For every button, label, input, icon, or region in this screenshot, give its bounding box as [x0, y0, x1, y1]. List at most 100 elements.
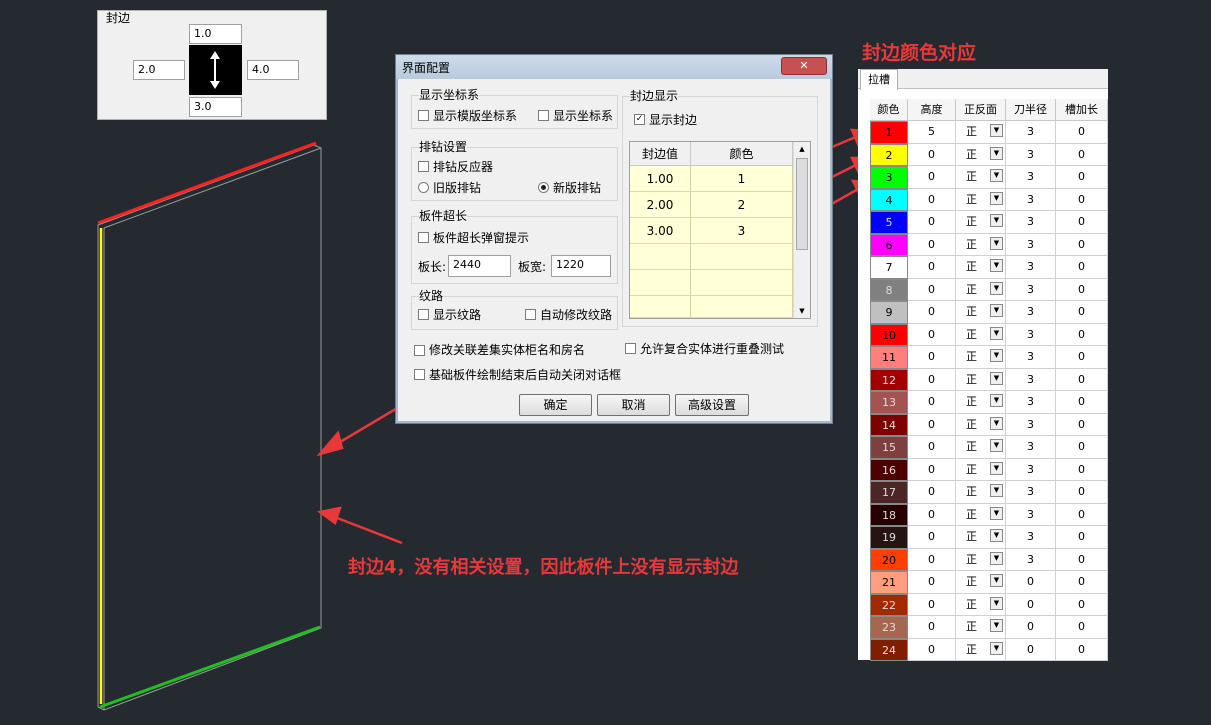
color-swatch-cell[interactable]: 2 — [870, 143, 908, 166]
table-row[interactable]: 6 0 正 ▼ 3 0 — [870, 233, 1108, 256]
radius-cell[interactable]: 3 — [1006, 188, 1056, 211]
height-cell[interactable]: 0 — [908, 503, 956, 526]
table-row[interactable]: 22 0 正 ▼ 0 0 — [870, 593, 1108, 616]
edge-left-field[interactable]: 2.0 — [133, 60, 185, 80]
face-cell[interactable]: 正 ▼ — [956, 481, 1006, 504]
radius-cell[interactable]: 3 — [1006, 413, 1056, 436]
edge-color-table[interactable]: 封边值 颜色 1.00 1 2.00 2 3.00 3 ▲ ▼ — [629, 141, 811, 319]
radius-cell[interactable]: 3 — [1006, 368, 1056, 391]
extend-cell[interactable]: 0 — [1056, 188, 1108, 211]
radius-cell[interactable]: 3 — [1006, 211, 1056, 234]
chevron-down-icon[interactable]: ▼ — [990, 619, 1003, 632]
extend-cell[interactable]: 0 — [1056, 526, 1108, 549]
color-swatch-cell[interactable]: 10 — [870, 323, 908, 346]
edge-value-cell[interactable]: 2.00 — [630, 192, 691, 218]
radius-cell[interactable]: 3 — [1006, 548, 1056, 571]
edge-color-cell-empty[interactable] — [691, 270, 793, 296]
chevron-down-icon[interactable]: ▼ — [990, 259, 1003, 272]
chevron-down-icon[interactable]: ▼ — [990, 304, 1003, 317]
height-cell[interactable]: 0 — [908, 458, 956, 481]
board-width-input[interactable]: 1220 — [551, 255, 611, 277]
table-row[interactable]: 11 0 正 ▼ 3 0 — [870, 346, 1108, 369]
height-cell[interactable]: 0 — [908, 301, 956, 324]
color-swatch-cell[interactable]: 9 — [870, 301, 908, 324]
height-cell[interactable]: 0 — [908, 616, 956, 639]
chevron-down-icon[interactable]: ▼ — [990, 326, 1003, 340]
radius-cell[interactable]: 3 — [1006, 481, 1056, 504]
chevron-down-icon[interactable]: ▼ — [990, 169, 1003, 182]
height-cell[interactable]: 0 — [908, 571, 956, 594]
chevron-down-icon[interactable]: ▼ — [990, 214, 1003, 227]
show-template-coord-checkbox[interactable] — [418, 110, 429, 121]
extend-cell[interactable]: 0 — [1056, 143, 1108, 166]
color-swatch-cell[interactable]: 7 — [870, 256, 908, 279]
face-cell[interactable]: 正 ▼ — [956, 458, 1006, 481]
color-swatch-cell[interactable]: 20 — [870, 548, 908, 571]
color-swatch-cell[interactable]: 11 — [870, 346, 908, 369]
chevron-down-icon[interactable]: ▼ — [990, 124, 1003, 137]
height-cell[interactable]: 0 — [908, 143, 956, 166]
face-cell[interactable]: 正 ▼ — [956, 301, 1006, 324]
table-row[interactable]: 24 0 正 ▼ 0 0 — [870, 638, 1108, 661]
new-drill-radio[interactable] — [538, 182, 549, 193]
radius-cell[interactable]: 3 — [1006, 323, 1056, 346]
height-cell[interactable]: 0 — [908, 323, 956, 346]
show-grain-checkbox[interactable] — [418, 309, 429, 320]
color-swatch-cell[interactable]: 24 — [870, 638, 908, 661]
autoclose-checkbox[interactable] — [414, 369, 425, 380]
table-row[interactable]: 14 0 正 ▼ 3 0 — [870, 413, 1108, 436]
extend-cell[interactable]: 0 — [1056, 481, 1108, 504]
radius-cell[interactable]: 0 — [1006, 593, 1056, 616]
table-row[interactable]: 1 5 正 ▼ 3 0 — [870, 121, 1108, 144]
face-cell[interactable]: 正 ▼ — [956, 503, 1006, 526]
chevron-down-icon[interactable]: ▼ — [990, 439, 1003, 452]
edge-value-cell-empty[interactable] — [630, 244, 691, 270]
show-coord-checkbox[interactable] — [538, 110, 549, 121]
drill-reactor-checkbox[interactable] — [418, 161, 429, 172]
table-row[interactable]: 13 0 正 ▼ 3 0 — [870, 391, 1108, 414]
edge-value-cell[interactable]: 1.00 — [630, 166, 691, 192]
color-swatch-cell[interactable]: 14 — [870, 413, 908, 436]
overlen-popup-checkbox[interactable] — [418, 232, 429, 243]
chevron-down-icon[interactable]: ▼ — [990, 416, 1003, 430]
color-swatch-cell[interactable]: 13 — [870, 391, 908, 414]
face-cell[interactable]: 正 ▼ — [956, 571, 1006, 594]
table-row[interactable]: 23 0 正 ▼ 0 0 — [870, 616, 1108, 639]
extend-cell[interactable]: 0 — [1056, 458, 1108, 481]
extend-cell[interactable]: 0 — [1056, 638, 1108, 661]
edge-right-field[interactable]: 4.0 — [247, 60, 299, 80]
table-row[interactable]: 16 0 正 ▼ 3 0 — [870, 458, 1108, 481]
face-cell[interactable]: 正 ▼ — [956, 323, 1006, 346]
face-cell[interactable]: 正 ▼ — [956, 616, 1006, 639]
chevron-down-icon[interactable]: ▼ — [990, 574, 1003, 587]
height-cell[interactable]: 0 — [908, 211, 956, 234]
face-cell[interactable]: 正 ▼ — [956, 638, 1006, 661]
face-cell[interactable]: 正 ▼ — [956, 233, 1006, 256]
height-cell[interactable]: 0 — [908, 346, 956, 369]
extend-cell[interactable]: 0 — [1056, 121, 1108, 144]
chevron-down-icon[interactable]: ▼ — [990, 461, 1003, 475]
color-swatch-cell[interactable]: 6 — [870, 233, 908, 256]
edge-value-cell[interactable]: 3.00 — [630, 218, 691, 244]
radius-cell[interactable]: 3 — [1006, 436, 1056, 459]
radius-cell[interactable]: 3 — [1006, 233, 1056, 256]
extend-cell[interactable]: 0 — [1056, 616, 1108, 639]
table-row[interactable]: 3 0 正 ▼ 3 0 — [870, 166, 1108, 189]
edge-color-cell[interactable]: 1 — [691, 166, 793, 192]
height-cell[interactable]: 0 — [908, 368, 956, 391]
color-swatch-cell[interactable]: 1 — [870, 121, 908, 144]
old-drill-radio[interactable] — [418, 182, 429, 193]
radius-cell[interactable]: 3 — [1006, 458, 1056, 481]
face-cell[interactable]: 正 ▼ — [956, 593, 1006, 616]
height-cell[interactable]: 0 — [908, 256, 956, 279]
radius-cell[interactable]: 0 — [1006, 571, 1056, 594]
height-cell[interactable]: 0 — [908, 413, 956, 436]
dialog-titlebar[interactable]: 界面配置 ✕ — [396, 55, 832, 79]
extend-cell[interactable]: 0 — [1056, 593, 1108, 616]
close-icon[interactable]: ✕ — [781, 57, 827, 75]
color-swatch-cell[interactable]: 22 — [870, 593, 908, 616]
radius-cell[interactable]: 3 — [1006, 503, 1056, 526]
edge-color-cell[interactable]: 3 — [691, 218, 793, 244]
table-row[interactable]: 18 0 正 ▼ 3 0 — [870, 503, 1108, 526]
table-row[interactable]: 15 0 正 ▼ 3 0 — [870, 436, 1108, 459]
